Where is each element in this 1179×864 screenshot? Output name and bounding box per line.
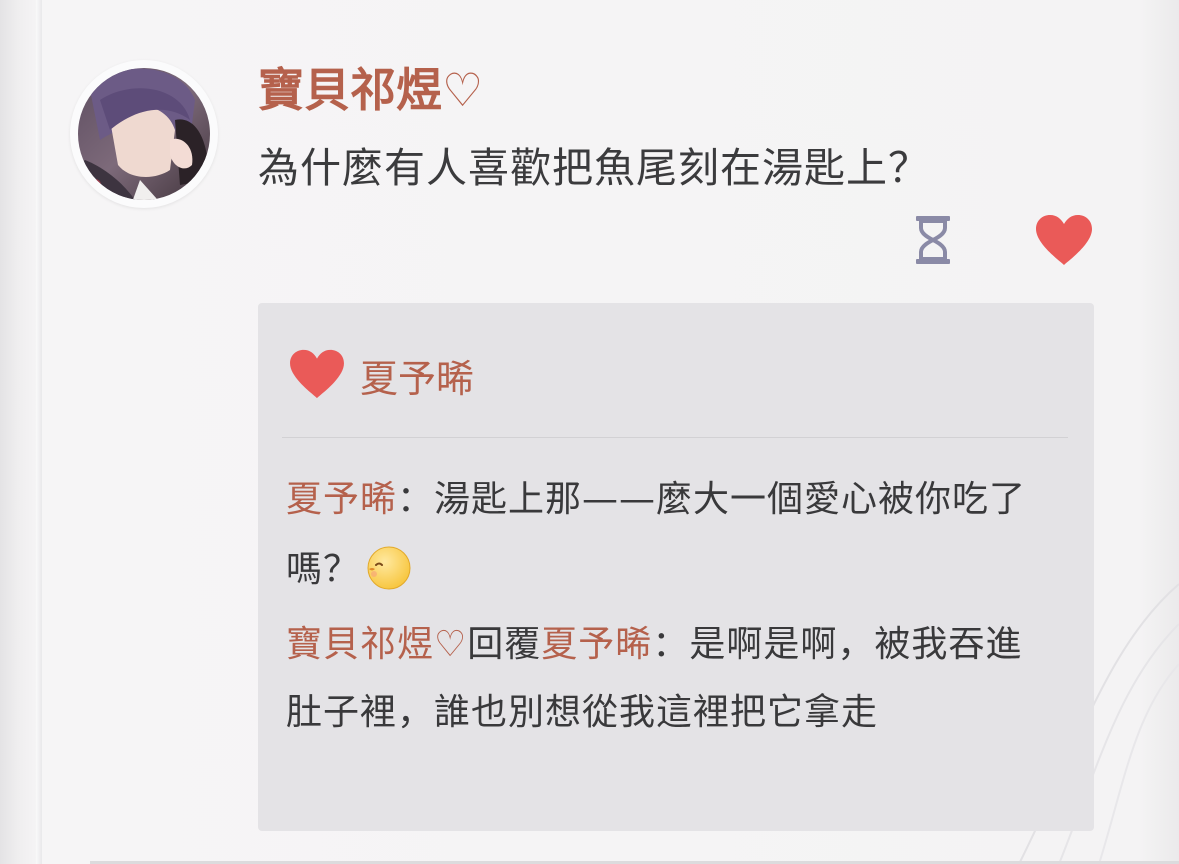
comment-separator: ： (397, 479, 435, 520)
comment-author[interactable]: 夏予晞 (286, 479, 397, 520)
background-stripe (36, 0, 42, 864)
post-author-name[interactable]: 寶貝祁煜♡ (258, 62, 483, 118)
liker-name[interactable]: 夏予晞 (360, 354, 474, 404)
comment-list: 夏予晞：湯匙上那——麼大一個愛心被你吃了嗎？ 寶貝祁煜♡回覆夏予晞：是啊是啊，被… (286, 465, 1046, 747)
hourglass-icon (916, 216, 950, 264)
pending-button[interactable] (907, 210, 959, 270)
post-text: 為什麼有人喜歡把魚尾刻在湯匙上？ (258, 144, 930, 192)
heart-icon (286, 346, 348, 402)
comment-item[interactable]: 寶貝祁煜♡回覆夏予晞：是啊是啊，被我吞進肚子裡，誰也別想從我這裡把它拿走 (286, 611, 1046, 747)
divider (282, 437, 1068, 438)
like-button[interactable] (1030, 210, 1098, 270)
comment-separator: ： (652, 624, 690, 665)
heart-icon (1036, 215, 1092, 265)
comment-author[interactable]: 寶貝祁煜♡ (286, 624, 467, 665)
avatar[interactable] (70, 60, 218, 208)
likes-row: 夏予晞 (286, 339, 474, 409)
kissing-face-emoji (367, 546, 411, 590)
reply-word: 回覆 (467, 624, 542, 665)
reply-to-name[interactable]: 夏予晞 (541, 624, 652, 665)
comment-box: 夏予晞 夏予晞：湯匙上那——麼大一個愛心被你吃了嗎？ 寶貝祁煜♡回覆夏予晞：是啊… (258, 303, 1094, 831)
comment-item[interactable]: 夏予晞：湯匙上那——麼大一個愛心被你吃了嗎？ (286, 465, 1046, 605)
